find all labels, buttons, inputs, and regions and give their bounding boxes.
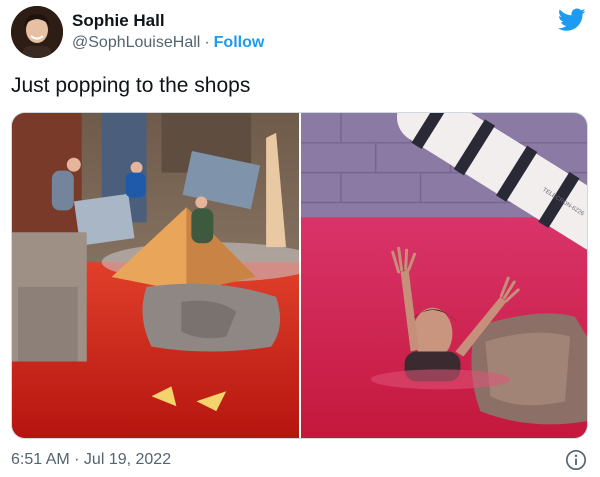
tweet-card: Sophie Hall @SophLouiseHall · Follow Just …: [0, 0, 600, 477]
avatar[interactable]: [11, 6, 63, 58]
game-show-set-image: [12, 113, 299, 438]
separator-dot: ·: [204, 34, 210, 51]
follow-button[interactable]: Follow: [214, 34, 265, 51]
tweet-text: Just popping to the shops: [11, 74, 251, 97]
media-image-right[interactable]: TELECRON-6226: [301, 113, 587, 438]
red-water-image: TELECRON-6226: [301, 113, 587, 438]
author-handle-row: @SophLouiseHall · Follow: [72, 34, 264, 52]
tweet-media[interactable]: TELECRON-6226: [11, 112, 588, 439]
media-image-left[interactable]: [12, 113, 301, 438]
author-handle[interactable]: @SophLouiseHall: [72, 34, 200, 51]
author-name[interactable]: Sophie Hall: [72, 11, 165, 31]
twitter-bird-icon[interactable]: [558, 8, 586, 32]
tweet-timestamp[interactable]: 6:51 AM · Jul 19, 2022: [11, 451, 171, 469]
info-icon[interactable]: [565, 449, 587, 471]
